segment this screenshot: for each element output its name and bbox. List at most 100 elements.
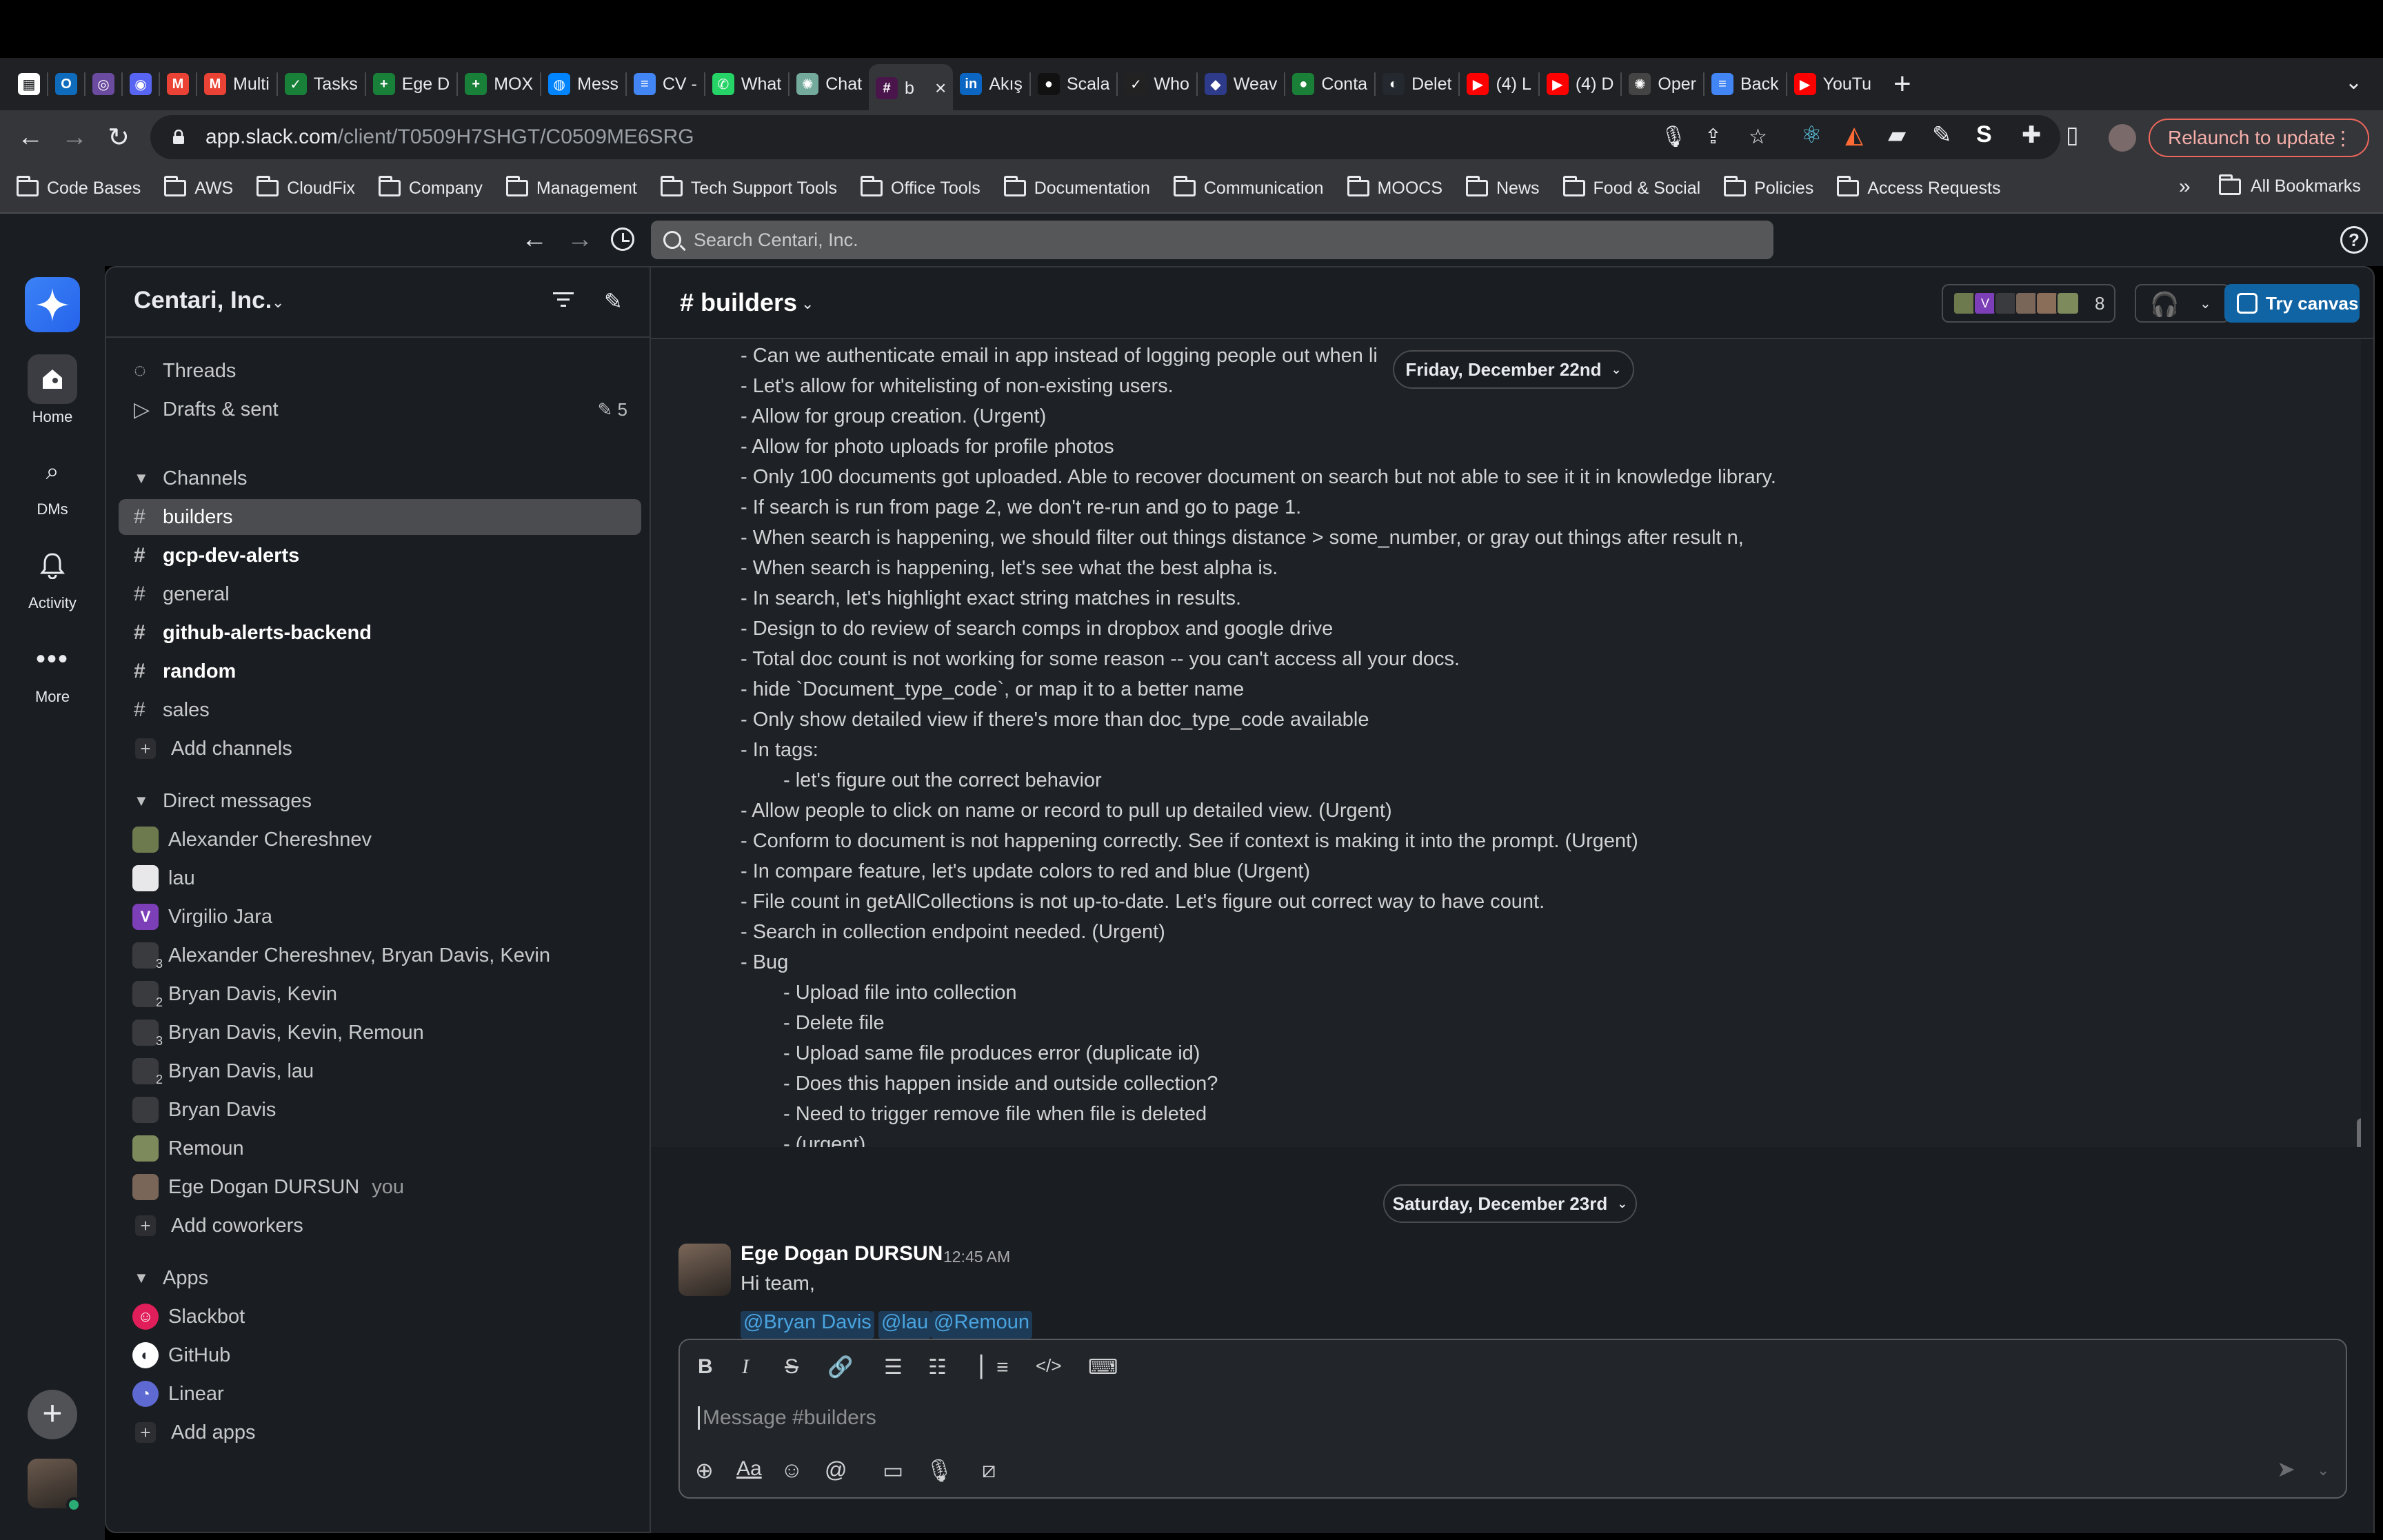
bookmark-folder[interactable]: News	[1466, 176, 1540, 199]
browser-tab[interactable]: ✆ What	[705, 63, 788, 105]
bulleted-list-icon[interactable]: ☷	[928, 1355, 947, 1379]
video-icon[interactable]: ▭	[883, 1457, 903, 1483]
share-icon[interactable]: ⇪	[1705, 125, 1722, 149]
sidebar-dm-item[interactable]: Bryan Davis	[119, 1092, 641, 1128]
bookmark-folder[interactable]: Company	[378, 176, 483, 199]
reload-icon[interactable]: ↻	[97, 122, 141, 153]
microphone-icon[interactable]: 🎙	[1660, 125, 1687, 149]
browser-tab[interactable]: ◉	[123, 63, 159, 105]
tab-search-chevron-icon[interactable]: ⌄	[2345, 70, 2362, 94]
browser-tab[interactable]: ≡ CV -	[627, 63, 704, 105]
chevron-down-icon[interactable]: ⌄	[272, 294, 284, 312]
browser-tab[interactable]: ✺ Chat	[790, 63, 869, 105]
sidebar-dm-item[interactable]: 2 Bryan Davis, Kevin	[119, 976, 641, 1012]
extension-icon[interactable]: ◭	[1845, 121, 1863, 149]
bookmark-folder[interactable]: CloudFix	[257, 176, 355, 199]
rail-more[interactable]: ••• More	[0, 634, 105, 706]
message-list[interactable]: - Can we authenticate email in app inste…	[651, 339, 2361, 1147]
bookmark-folder[interactable]: Food & Social	[1562, 176, 1700, 199]
chevron-down-icon[interactable]: ⌄	[2200, 295, 2211, 312]
browser-tab[interactable]: ● Conta	[1285, 63, 1374, 105]
sidebar-item-random[interactable]: # random	[119, 654, 641, 689]
message-author[interactable]: Ege Dogan DURSUN	[741, 1242, 943, 1266]
site-info-icon[interactable]	[171, 130, 186, 145]
bookmark-folder[interactable]: AWS	[164, 176, 233, 199]
mention-remoun[interactable]: @Remoun	[931, 1311, 1033, 1339]
message-timestamp[interactable]: 12:45 AM	[943, 1248, 1010, 1266]
browser-tab[interactable]: ✓ Tasks	[278, 63, 365, 105]
sidebar-item-drafts[interactable]: ▷ Drafts & sent ✎ 5	[119, 392, 641, 427]
browser-tab[interactable]: M Multi	[197, 63, 276, 105]
browser-tab[interactable]: ▶ (4) D	[1540, 63, 1621, 105]
date-divider-friday[interactable]: Friday, December 22nd ⌄	[1393, 350, 1634, 389]
search-input[interactable]: Search Centari, Inc.	[651, 221, 1773, 259]
create-new-button[interactable]: +	[28, 1390, 77, 1439]
sidebar-app-item[interactable]: ☺ Slackbot	[119, 1299, 641, 1335]
microphone-icon[interactable]: 🎙	[925, 1457, 954, 1483]
browser-tab[interactable]: ▶ (4) L	[1460, 63, 1538, 105]
browser-tab[interactable]: ≡ Back	[1705, 63, 1786, 105]
new-tab-button[interactable]: +	[1893, 67, 1911, 101]
formatting-icon[interactable]: Aa	[736, 1457, 762, 1481]
history-icon[interactable]	[611, 227, 634, 251]
browser-tab[interactable]: ✓ Who	[1118, 63, 1196, 105]
bookmark-folder[interactable]: Office Tools	[861, 176, 981, 199]
bookmarks-overflow-icon[interactable]: »	[2179, 175, 2191, 199]
rail-activity[interactable]: Activity	[0, 540, 105, 612]
address-bar[interactable]: app.slack.com/client/T0509H7SHGT/C0509ME…	[150, 115, 2060, 159]
sidebar-item-builders[interactable]: # builders	[119, 499, 641, 535]
sidebar-dm-item[interactable]: 2 Bryan Davis, lau	[119, 1053, 641, 1089]
browser-tab[interactable]: + MOX	[458, 63, 540, 105]
channels-section-header[interactable]: ▼ Channels	[119, 460, 641, 496]
bold-icon[interactable]: B	[698, 1355, 713, 1379]
filter-icon[interactable]	[553, 292, 574, 307]
code-block-icon[interactable]: ⌨	[1088, 1355, 1118, 1379]
mention-bryan-davis[interactable]: @Bryan Davis	[741, 1311, 874, 1339]
sidebar-item-github-alerts-backend[interactable]: # github-alerts-backend	[119, 615, 641, 651]
bookmark-folder[interactable]: Access Requests	[1837, 176, 2000, 199]
workspace-name[interactable]: Centari, Inc.	[134, 287, 272, 314]
attach-plus-icon[interactable]: ⊕	[695, 1457, 714, 1483]
react-devtools-extension-icon[interactable]: ⚛	[1801, 121, 1822, 149]
sidebar-item-general[interactable]: # general	[119, 576, 641, 612]
browser-tab[interactable]: in Akış	[953, 63, 1029, 105]
apps-section-header[interactable]: ▼ Apps	[119, 1260, 641, 1296]
chevron-down-icon[interactable]: ⌄	[801, 295, 814, 313]
browser-tab[interactable]: M	[160, 63, 196, 105]
browser-tab[interactable]: # b ×	[869, 64, 954, 112]
back-icon[interactable]: ←	[8, 123, 52, 152]
bookmark-folder[interactable]: Tech Support Tools	[660, 176, 837, 199]
help-icon[interactable]: ?	[2340, 226, 2368, 254]
rail-dms[interactable]: ⌕ DMs	[0, 447, 105, 518]
channel-title[interactable]: # builders	[680, 288, 797, 317]
extension-s-icon[interactable]: S	[1976, 121, 1992, 148]
all-bookmarks-folder[interactable]: All Bookmarks	[2219, 174, 2361, 196]
shortcuts-icon[interactable]: ⧄	[982, 1457, 996, 1483]
date-divider-saturday[interactable]: Saturday, December 23rd ⌄	[1383, 1184, 1637, 1223]
sidebar-dm-item[interactable]: Ege Dogan DURSUN you	[119, 1169, 641, 1205]
composer-input[interactable]: Message #builders	[698, 1406, 876, 1430]
mention-lau[interactable]: @lau	[878, 1311, 932, 1339]
sidebar-app-item[interactable]: ◐ GitHub	[119, 1337, 641, 1373]
sidebar-item-sales[interactable]: # sales	[119, 692, 641, 728]
rail-home[interactable]: Home	[0, 354, 105, 426]
relaunch-to-update-button[interactable]: Relaunch to update ⋮	[2149, 119, 2369, 157]
author-avatar[interactable]	[678, 1244, 731, 1296]
sidebar-dm-item[interactable]: Remoun	[119, 1131, 641, 1166]
browser-tab[interactable]: ✺ Oper	[1622, 63, 1703, 105]
scrollbar-thumb[interactable]	[2357, 1118, 2361, 1147]
bookmark-folder[interactable]: Documentation	[1003, 176, 1150, 199]
bookmark-folder[interactable]: Policies	[1724, 176, 1813, 199]
add-channels-button[interactable]: + Add channels	[119, 731, 641, 767]
browser-tab[interactable]: O	[48, 63, 84, 105]
bookmark-folder[interactable]: Code Bases	[17, 176, 141, 199]
bookmark-folder[interactable]: MOOCS	[1347, 176, 1442, 199]
add-apps-button[interactable]: + Add apps	[119, 1415, 641, 1450]
sidebar-dm-item[interactable]: V Virgilio Jara	[119, 899, 641, 935]
chevron-down-icon[interactable]: ⌄	[2317, 1461, 2329, 1479]
send-icon[interactable]: ➤	[2277, 1456, 2295, 1482]
blockquote-icon[interactable]: ▏≡	[981, 1355, 1009, 1379]
forward-icon[interactable]: →	[52, 123, 97, 152]
extensions-puzzle-icon[interactable]: ✚	[2022, 121, 2042, 149]
sidebar-dm-item[interactable]: 3 Bryan Davis, Kevin, Remoun	[119, 1015, 641, 1051]
